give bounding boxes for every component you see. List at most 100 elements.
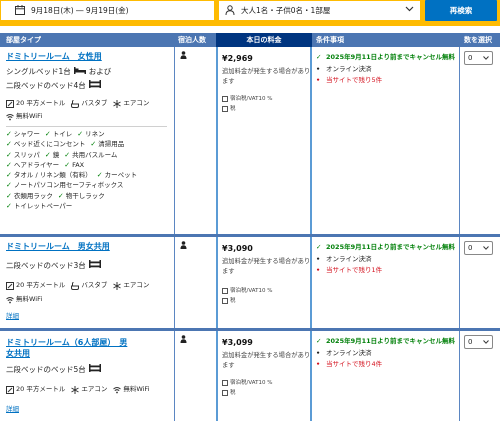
feature-item: ✓ 清掃用品 [90,140,125,149]
check-icon: ✓ [44,150,51,159]
wifi-icon [6,296,14,303]
bullet-icon: • [316,360,321,368]
bed-description: シングルベッド1台 [6,67,71,76]
air-conditioning: エアコン [113,98,149,109]
price: ¥3,090 [222,244,253,253]
check-icon: ✓ [44,130,51,138]
bed-description: 二段ベッドのベッド4台 [6,81,86,90]
availability-note: • 当サイトで残り5件 [316,76,383,84]
room-quantity-select[interactable]: 0 [464,335,493,349]
single-bed-icon [73,66,86,78]
room-title-link[interactable]: ドミトリールーム（6人部屋） 男女共用 [6,337,173,359]
online-payment: • オンライン決済 [316,64,372,73]
guests-field[interactable]: 大人1名・子供0名・1部屋 [218,0,421,21]
bunk-bed-icon [88,364,101,376]
room-type-cell: ドミトリールーム（6人部屋） 男女共用 二段ベッドのベッド5台 20 平方メート… [0,331,173,421]
bathtub-icon [71,281,80,290]
feature-item: ✓ 衣類用ラック [6,191,53,200]
room-title-link[interactable]: ドミトリールーム 女性用 [6,51,173,62]
select-cell: 0 [461,237,500,328]
calendar-icon [15,4,25,17]
air-conditioning: エアコン [71,384,107,395]
select-cell: 0 [461,331,500,421]
tax-info: 税 [222,389,310,397]
availability-note: • 当サイトで残り1件 [316,266,383,274]
bathtub: バスタブ [71,280,107,291]
check-icon: ✓ [90,140,97,149]
check-icon: ✓ [6,171,12,180]
online-payment: • オンライン決済 [316,348,372,357]
tax-icon [222,380,228,386]
price-note: 追加料金が発生する場合があります [222,68,311,85]
conditions-cell: ✓ 2025年9月11日より前までキャンセル無料 • オンライン決済 • 当サイトで残… [312,47,460,234]
wifi-icon [113,386,122,393]
feature-item: ✓ 鏡 [44,150,60,159]
person-icon [180,51,187,61]
divider [6,126,167,127]
free-cancellation: ✓ 2025年9月11日より前までキャンセル無料 [316,243,456,251]
bed-description: 二段ベッドのベッド3台 [6,261,86,270]
header-room-type: 部屋タイプ [6,36,41,44]
bed-description: 二段ベッドのベッド5台 [6,365,86,374]
tax-info: 宿泊税/VAT10 % [222,287,310,295]
free-cancellation: ✓ 2025年9月11日より前までキャンセル無料 [316,337,456,345]
feature-item: ✓ ノートパソコン用セーフティボックス [6,181,124,190]
bullet-icon: • [316,64,321,73]
tax-info: 宿泊税/VAT10 % [222,95,310,103]
tax-info: 宿泊税/VAT10 % [222,379,310,387]
free-cancellation: ✓ 2025年9月11日より前までキャンセル無料 [316,53,456,61]
air-conditioning: エアコン [113,280,149,291]
feature-item: ✓ タオル / リネン類（有料） [6,171,92,180]
date-range-field[interactable]: 9月18日(木) ― 9月19日(金) [0,0,215,21]
feature-item: ✓ カーペット [96,171,138,180]
feature-item: ✓ 物干しラック [57,191,105,200]
price-cell: ¥3,090 追加料金が発生する場合があります 宿泊税/VAT10 % 税 [216,237,312,328]
check-icon: ✓ [57,191,64,200]
occupancy-cell [174,331,216,421]
details-link[interactable]: 詳細 [6,405,19,413]
room-size: 20 平方メートル [6,98,65,109]
chevron-down-icon [483,56,489,60]
header-select: 数を選択 [464,36,492,44]
snowflake-icon [71,385,80,394]
tax-info: 税 [222,105,310,113]
room-title-link[interactable]: ドミトリールーム 男女共用 [6,241,173,252]
header-occupancy: 宿泊人数 [178,36,206,44]
price-cell: ¥2,969 追加料金が発生する場合があります 宿泊税/VAT10 % 税 [216,47,312,234]
check-icon: ✓ [316,53,322,61]
availability-note: • 当サイトで残り4件 [316,360,383,368]
search-button[interactable]: 再検索 [425,0,497,21]
free-wifi: 無料WiFi [113,384,150,395]
room-row: ドミトリールーム 男女共用 二段ベッドのベッド3台 20 平方メートル バスタブ… [0,237,500,331]
tax-icon [222,288,228,294]
check-icon: ✓ [6,150,12,159]
chevron-down-icon [483,246,489,250]
room-quantity-select[interactable]: 0 [464,51,493,65]
snowflake-icon [113,281,122,290]
room-quantity-select[interactable]: 0 [464,241,493,255]
tax-icon [222,106,228,112]
details-link[interactable]: 詳細 [6,312,19,320]
chevron-down-icon [405,6,414,14]
occupancy-cell [174,237,216,328]
room-type-cell: ドミトリールーム 男女共用 二段ベッドのベッド3台 20 平方メートル バスタブ… [0,237,173,328]
check-icon: ✓ [6,130,12,138]
feature-item: ✓ ヘアドライヤー [6,160,60,169]
feature-item: ✓ トイレットペーパー [6,202,73,211]
room-size: 20 平方メートル [6,280,65,291]
feature-item: ✓ シャワー [6,130,40,138]
bunk-bed-icon [88,260,101,272]
header-price: 本日の料金 [216,33,312,47]
check-icon: ✓ [96,171,103,180]
wifi-icon [6,113,14,120]
room-size-icon [6,281,14,290]
check-icon: ✓ [6,191,12,200]
room-row: ドミトリールーム 女性用 シングルベッド1台 および 二段ベッドのベッド4台 2… [0,47,500,237]
guests-text: 大人1名・子供0名・1部屋 [241,6,331,15]
header-conditions: 条件事項 [316,36,344,44]
check-icon: ✓ [316,243,322,251]
bullet-icon: • [316,76,321,84]
search-bar: 9月18日(木) ― 9月19日(金) 大人1名・子供0名・1部屋 再検索 [0,0,500,26]
price: ¥3,099 [222,338,253,347]
check-icon: ✓ [77,130,84,138]
